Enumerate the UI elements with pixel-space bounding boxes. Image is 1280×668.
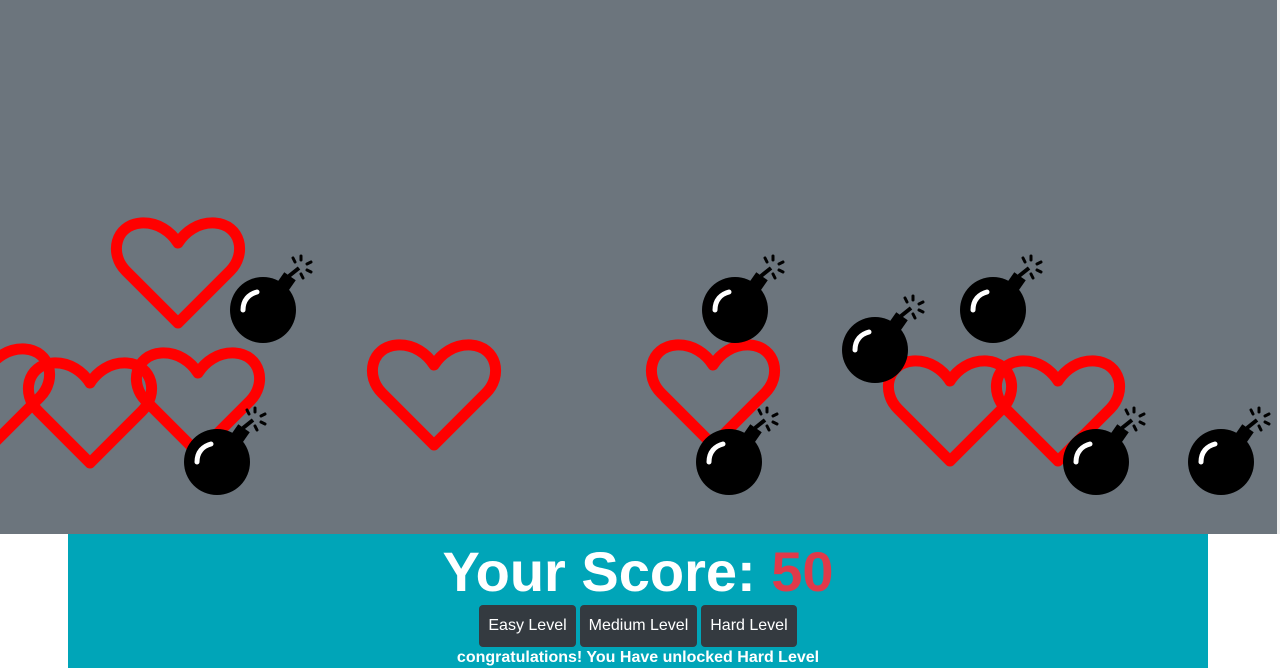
bomb-icon[interactable] bbox=[839, 294, 929, 386]
bomb-icon[interactable] bbox=[699, 254, 789, 346]
unlock-message: congratulations! You Have unlocked Hard … bbox=[456, 649, 820, 666]
medium-level-button[interactable]: Medium Level bbox=[579, 605, 698, 647]
bomb-icon[interactable] bbox=[1185, 406, 1275, 498]
hard-level-button[interactable]: Hard Level bbox=[701, 605, 797, 647]
heart-icon[interactable] bbox=[111, 216, 245, 332]
game-area[interactable] bbox=[0, 0, 1280, 534]
score-value: 50 bbox=[771, 540, 834, 603]
bomb-icon[interactable] bbox=[227, 254, 317, 346]
heart-icon[interactable] bbox=[367, 338, 501, 454]
score-panel: Your Score: 50 Easy Level Medium Level H… bbox=[68, 534, 1208, 668]
bomb-icon[interactable] bbox=[1060, 406, 1150, 498]
bomb-icon[interactable] bbox=[693, 406, 783, 498]
bomb-icon[interactable] bbox=[957, 254, 1047, 346]
score-label: Your Score: bbox=[442, 540, 756, 603]
easy-level-button[interactable]: Easy Level bbox=[479, 605, 576, 647]
bomb-icon[interactable] bbox=[181, 406, 271, 498]
level-buttons: Easy Level Medium Level Hard Level bbox=[68, 605, 1208, 647]
score-line: Your Score: 50 bbox=[68, 540, 1208, 604]
